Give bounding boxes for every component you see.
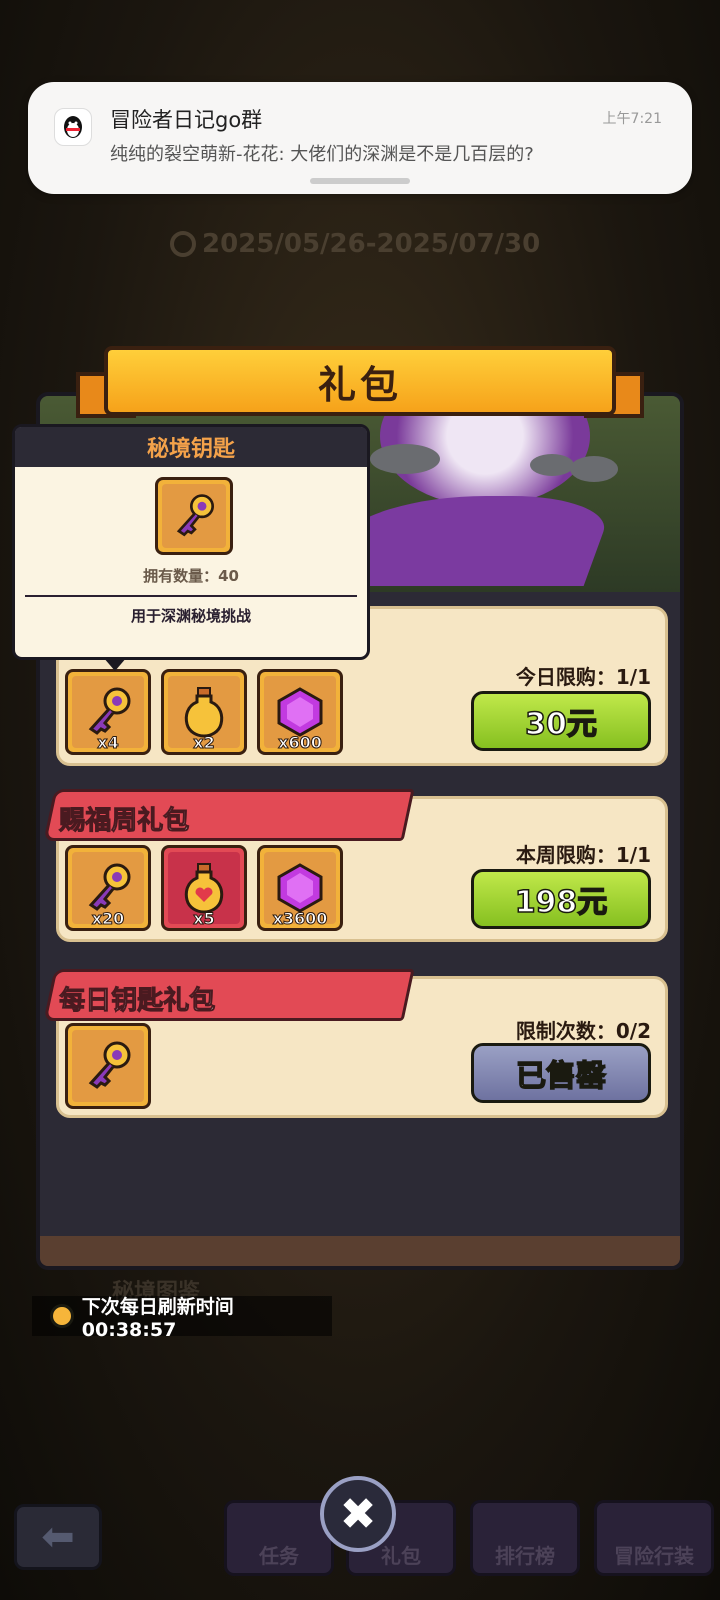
item-count: x5 <box>193 909 215 929</box>
tooltip-divider <box>25 595 357 597</box>
key-icon <box>88 1041 131 1089</box>
purchase-limit: 限制次数：0/2 <box>515 1019 651 1043</box>
item-count: x4 <box>97 733 119 753</box>
stopwatch-icon <box>50 1304 74 1328</box>
pack1-item-3[interactable]: x600 <box>257 669 343 755</box>
close-button[interactable]: ✖ <box>320 1476 396 1552</box>
pack2-item-2[interactable]: x5 <box>161 845 247 931</box>
pack1-item-1[interactable]: x4 <box>65 669 151 755</box>
item-count: x2 <box>193 733 215 753</box>
notification-body: 纯纯的裂空萌新-花花: 大佬们的深渊是不是几百层的? <box>110 144 534 165</box>
pack-card-2: 赐福周礼包 x20 x5 x3600 本周限购：1/1 198元 <box>43 789 668 942</box>
notification-banner[interactable]: 冒险者日记go群 上午7:21 纯纯的裂空萌新-花花: 大佬们的深渊是不是几百层… <box>28 82 692 194</box>
pack-tab: 每日钥匙礼包 <box>43 969 415 1021</box>
heart-potion-icon <box>184 863 224 914</box>
tooltip-item-icon <box>155 477 233 555</box>
key-icon <box>176 494 214 537</box>
potion-icon <box>184 687 224 738</box>
tab-adventure-gear[interactable]: 冒险行装 <box>594 1500 714 1576</box>
notification-title: 冒险者日记go群 <box>110 108 263 132</box>
sold-out-button: 已售罄 <box>471 1043 651 1103</box>
back-arrow-icon[interactable]: ⬅ <box>14 1504 102 1570</box>
panel-bottom-edge <box>40 1236 680 1266</box>
item-tooltip: 秘境钥匙 拥有数量：40 用于深渊秘境挑战 <box>12 424 370 671</box>
buy-button-198[interactable]: 198元 <box>471 869 651 929</box>
tooltip-owned-count: 拥有数量：40 <box>143 567 239 585</box>
notification-time: 上午7:21 <box>602 111 662 127</box>
panel-title-ribbon: 礼包 <box>104 346 616 416</box>
panel-title: 礼包 <box>317 362 402 407</box>
item-count: x20 <box>91 909 125 929</box>
purchase-limit: 今日限购：1/1 <box>515 665 651 689</box>
tab-tasks[interactable]: 任务 <box>224 1500 334 1576</box>
pack2-item-3[interactable]: x3600 <box>257 845 343 931</box>
pack-name: 赐福周礼包 <box>59 806 190 837</box>
key-icon <box>88 687 131 735</box>
refresh-label: 下次每日刷新时间 00:38:57 <box>81 1295 234 1341</box>
purchase-limit: 本周限购：1/1 <box>515 843 651 867</box>
key-icon <box>88 863 131 911</box>
qq-icon <box>54 108 92 146</box>
item-count: x3600 <box>272 909 328 929</box>
tooltip-description: 用于深渊秘境挑战 <box>130 607 251 625</box>
pack-tab: 赐福周礼包 <box>43 789 415 841</box>
pack-name: 每日钥匙礼包 <box>59 986 216 1017</box>
pack3-item-1[interactable] <box>65 1023 151 1109</box>
gem-icon <box>277 863 323 913</box>
tooltip-pointer <box>103 657 127 671</box>
daily-refresh-timer: 下次每日刷新时间 00:38:57 <box>32 1296 332 1341</box>
tooltip-title: 秘境钥匙 <box>15 427 367 467</box>
event-date-range: 2025/05/26-2025/07/30 <box>170 226 550 262</box>
pack1-item-2[interactable]: x2 <box>161 669 247 755</box>
pack2-item-1[interactable]: x20 <box>65 845 151 931</box>
buy-button-30[interactable]: 30元 <box>471 691 651 751</box>
notification-handle[interactable] <box>310 178 410 184</box>
pack-card-3: 每日钥匙礼包 限制次数：0/2 已售罄 <box>43 969 668 1118</box>
tab-leaderboard[interactable]: 排行榜 <box>470 1500 580 1576</box>
clock-icon <box>170 231 196 257</box>
gem-icon <box>277 687 323 737</box>
item-count: x600 <box>278 733 323 753</box>
